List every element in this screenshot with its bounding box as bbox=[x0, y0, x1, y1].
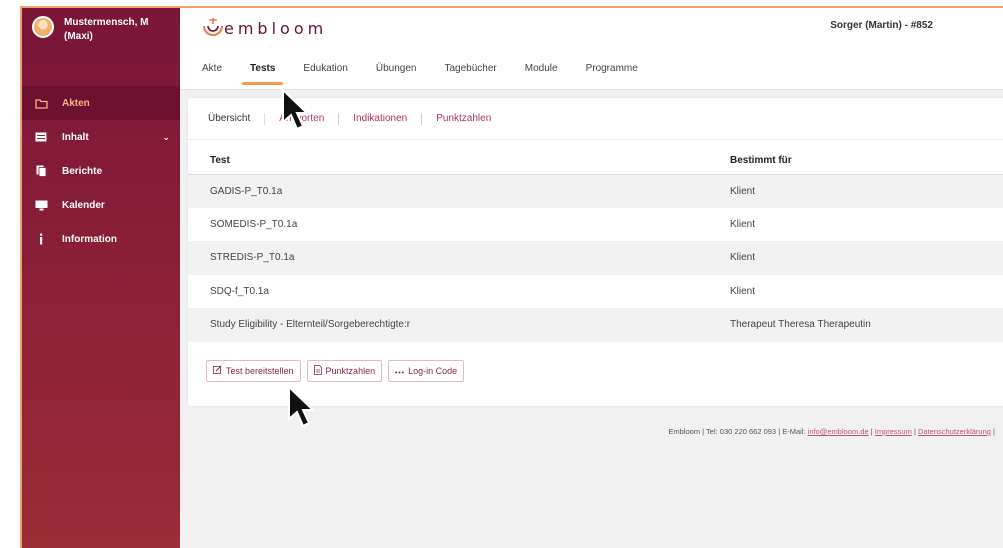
column-header-bestimmt-fuer[interactable]: Bestimmt für bbox=[730, 148, 1003, 175]
privacy-link[interactable]: Datenschutzerklärung bbox=[918, 427, 991, 436]
test-name-cell: Study Eligibility - Elternteil/Sorgebere… bbox=[188, 308, 730, 342]
button-label: Log-in Code bbox=[408, 365, 458, 376]
table-row[interactable]: STREDIS-P_T0.1a Klient bbox=[188, 241, 1003, 275]
tests-card: Übersicht Antworten Indikationen Punktza… bbox=[188, 98, 1003, 406]
table-row[interactable]: SDQ-f_T0.1a Klient bbox=[188, 275, 1003, 309]
logo-icon bbox=[203, 18, 223, 36]
tab-uebungen[interactable]: Übungen bbox=[376, 63, 417, 82]
user-name-line2: (Maxi) bbox=[64, 31, 93, 42]
button-label: Test bereitstellen bbox=[226, 365, 294, 376]
tab-programme[interactable]: Programme bbox=[586, 63, 638, 82]
tab-module[interactable]: Module bbox=[525, 63, 558, 82]
report-icon bbox=[32, 165, 50, 177]
sidebar-item-kalender[interactable]: Kalender bbox=[22, 188, 180, 222]
tab-akte[interactable]: Akte bbox=[202, 63, 222, 82]
user-name-line1: Mustermensch, M bbox=[64, 17, 149, 28]
impressum-link[interactable]: Impressum bbox=[875, 427, 912, 436]
sidebar-item-berichte[interactable]: Berichte bbox=[22, 154, 180, 188]
content-icon bbox=[32, 132, 50, 142]
test-bereitstellen-button[interactable]: Test bereitstellen bbox=[206, 359, 301, 382]
assignee-cell: Klient bbox=[730, 285, 756, 297]
subtab-indikationen[interactable]: Indikationen bbox=[339, 112, 423, 125]
assignee-cell: Klient bbox=[730, 241, 1003, 275]
assignee-cell: Therapeut Theresa Therapeutin bbox=[730, 308, 1003, 342]
avatar[interactable] bbox=[32, 16, 54, 38]
table-header-row: Test Bestimmt für bbox=[188, 148, 1003, 175]
assignee-cell: Klient bbox=[730, 174, 1003, 208]
document-icon bbox=[313, 364, 322, 377]
sidebar-item-akten[interactable]: Akten bbox=[22, 86, 180, 120]
assignee-cell: Klient bbox=[730, 218, 756, 230]
punktzahlen-button[interactable]: Punktzahlen bbox=[306, 359, 383, 382]
sidebar-item-label: Information bbox=[62, 233, 117, 245]
tab-edukation[interactable]: Edukation bbox=[303, 63, 347, 82]
table-row[interactable]: SOMEDIS-P_T0.1a Klient bbox=[188, 208, 1003, 242]
sidebar: Mustermensch, M (Maxi) Akten Inhalt ⌄ Be… bbox=[22, 8, 180, 548]
table-row[interactable]: Study Eligibility - Elternteil/Sorgebere… bbox=[188, 308, 1003, 342]
footer-separator: | bbox=[990, 427, 995, 436]
test-name-cell: GADIS-P_T0.1a bbox=[188, 174, 730, 208]
header: embloom Sorger (Martin) - #852 Akte Test… bbox=[180, 8, 1003, 90]
column-header-test[interactable]: Test bbox=[188, 148, 730, 175]
tab-tagebuecher[interactable]: Tagebücher bbox=[444, 63, 496, 82]
button-label: Punktzahlen bbox=[325, 365, 376, 376]
sidebar-nav: Akten Inhalt ⌄ Berichte Kalender Informa… bbox=[22, 86, 180, 256]
dots-icon bbox=[395, 366, 404, 376]
footer: Embloom | Tel: 030 220 662 093 | E-Mail:… bbox=[668, 427, 995, 436]
patient-identifier: Sorger (Martin) - #852 bbox=[830, 20, 933, 31]
monitor-icon bbox=[32, 200, 50, 211]
sidebar-item-inhalt[interactable]: Inhalt ⌄ bbox=[22, 120, 180, 154]
table-row[interactable]: GADIS-P_T0.1a Klient bbox=[188, 174, 1003, 208]
app-window: Mustermensch, M (Maxi) Akten Inhalt ⌄ Be… bbox=[20, 6, 1003, 548]
test-name-cell: SOMEDIS-P_T0.1a bbox=[210, 218, 298, 230]
sidebar-item-label: Kalender bbox=[62, 199, 105, 211]
tab-tests[interactable]: Tests bbox=[241, 63, 284, 85]
chevron-down-icon[interactable]: ⌄ bbox=[162, 132, 170, 143]
folder-icon bbox=[32, 98, 50, 109]
edit-icon bbox=[213, 365, 222, 376]
tests-table: Test Bestimmt für GADIS-P_T0.1a Klient S… bbox=[188, 148, 1003, 342]
subtab-punktzahlen[interactable]: Punktzahlen bbox=[422, 113, 505, 125]
logo-text: embloom bbox=[224, 18, 328, 38]
sidebar-item-label: Inhalt bbox=[62, 131, 89, 143]
action-bar: Test bereitstellen Punktzahlen Log-in Co… bbox=[188, 359, 1003, 382]
test-name-cell: STREDIS-P_T0.1a bbox=[188, 241, 730, 275]
main-tabs: Akte Tests Edukation Übungen Tagebücher … bbox=[202, 63, 666, 85]
login-code-button[interactable]: Log-in Code bbox=[388, 359, 465, 382]
user-name: Mustermensch, M (Maxi) bbox=[64, 16, 148, 44]
user-panel[interactable]: Mustermensch, M (Maxi) bbox=[22, 8, 180, 86]
subtab-uebersicht[interactable]: Übersicht bbox=[208, 112, 266, 125]
embloom-logo[interactable]: embloom bbox=[202, 18, 327, 38]
sidebar-item-information[interactable]: Information bbox=[22, 222, 180, 256]
test-name-cell: SDQ-f_T0.1a bbox=[210, 285, 269, 297]
sidebar-item-label: Berichte bbox=[62, 165, 103, 177]
email-link[interactable]: info@embloom.de bbox=[808, 427, 869, 436]
footer-contact: Embloom | Tel: 030 220 662 093 | E-Mail: bbox=[668, 427, 808, 436]
info-icon bbox=[32, 233, 50, 245]
sidebar-item-label: Akten bbox=[62, 97, 90, 109]
sub-tabs: Übersicht Antworten Indikationen Punktza… bbox=[188, 98, 1003, 140]
